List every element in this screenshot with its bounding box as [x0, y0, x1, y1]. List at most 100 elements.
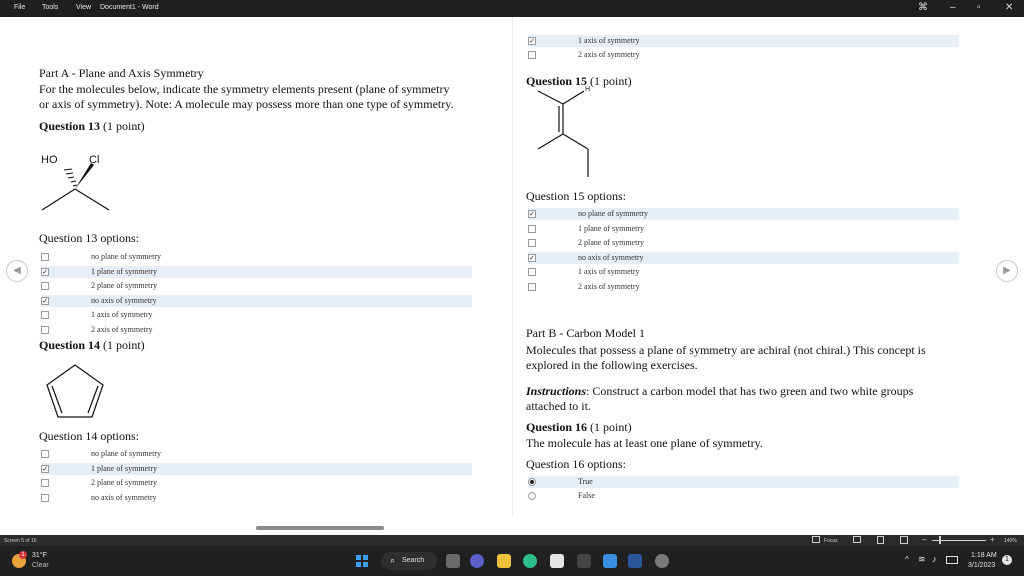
- option-row[interactable]: ✓ no plane of symmetry: [528, 208, 959, 220]
- option-checkbox[interactable]: ✓: [528, 253, 536, 262]
- previous-page-button[interactable]: ◀: [6, 260, 28, 282]
- option-radio[interactable]: [528, 492, 536, 500]
- option-checkbox[interactable]: [41, 325, 49, 334]
- option-checkbox[interactable]: ✓: [528, 210, 536, 218]
- file-explorer-icon[interactable]: [497, 554, 511, 568]
- volume-icon[interactable]: ♪: [932, 554, 937, 564]
- q15-h-label: H: [585, 86, 590, 93]
- close-button[interactable]: ✕: [1005, 2, 1013, 14]
- option-checkbox[interactable]: [41, 311, 49, 319]
- chat-icon[interactable]: [470, 554, 484, 568]
- zoom-slider-thumb[interactable]: [939, 536, 941, 544]
- settings-icon[interactable]: [655, 554, 669, 568]
- search-icon: ⌕: [390, 555, 396, 565]
- q14-title: Question 14: [39, 338, 101, 352]
- edge-browser-icon[interactable]: [523, 554, 537, 568]
- zoom-level[interactable]: 140%: [1004, 538, 1017, 544]
- partb-line1: Molecules that possess a plane of symmet…: [526, 343, 926, 357]
- option-row[interactable]: ✓ no axis of symmetry: [41, 294, 472, 307]
- option-row[interactable]: 2 plane of symmetry: [528, 237, 959, 249]
- next-page-button[interactable]: ▶: [996, 260, 1018, 282]
- window-title: Document1 - Word: [100, 4, 159, 11]
- option-row[interactable]: False: [528, 490, 959, 502]
- option-row[interactable]: True: [528, 476, 959, 488]
- q14-heading: Question 14 (1 point): [39, 338, 145, 353]
- print-layout-icon[interactable]: [877, 536, 884, 544]
- option-checkbox[interactable]: ✓: [528, 37, 536, 45]
- title-bar: File Tools View Document1 - Word ⌘ – ▫ ✕: [0, 0, 1024, 17]
- option-label: 1 axis of symmetry: [578, 267, 640, 276]
- menu-tools[interactable]: Tools: [42, 4, 58, 11]
- option-label: 2 plane of symmetry: [91, 281, 157, 290]
- option-checkbox[interactable]: [41, 450, 49, 458]
- menu-view[interactable]: View: [76, 4, 91, 11]
- option-checkbox[interactable]: ✓: [41, 267, 49, 276]
- option-row[interactable]: 2 plane of symmetry: [41, 477, 472, 489]
- horizontal-scrollbar[interactable]: [256, 526, 384, 530]
- option-row[interactable]: 2 axis of symmetry: [528, 49, 959, 61]
- battery-icon[interactable]: [946, 556, 958, 564]
- option-label: 2 axis of symmetry: [91, 324, 153, 334]
- focus-mode-button[interactable]: Focus: [824, 538, 838, 544]
- option-label: no axis of symmetry: [91, 295, 157, 305]
- option-row[interactable]: no plane of symmetry: [41, 448, 472, 460]
- option-row[interactable]: 2 axis of symmetry: [528, 281, 959, 293]
- option-checkbox[interactable]: [41, 253, 49, 261]
- option-row[interactable]: ✓ no axis of symmetry: [528, 251, 959, 264]
- option-radio[interactable]: [528, 478, 536, 486]
- option-checkbox[interactable]: [41, 479, 49, 487]
- tray-chevron-icon[interactable]: ^: [905, 555, 909, 564]
- q13-title: Question 13: [39, 119, 101, 133]
- restore-button[interactable]: ▫: [977, 2, 981, 14]
- mail-icon[interactable]: [603, 554, 617, 568]
- option-row[interactable]: ✓ 1 plane of symmetry: [41, 265, 472, 278]
- pin-icon[interactable]: ⌘: [918, 2, 928, 14]
- option-row[interactable]: ✓ 1 axis of symmetry: [528, 35, 959, 47]
- option-row[interactable]: 2 plane of symmetry: [41, 280, 472, 292]
- option-checkbox[interactable]: [41, 493, 49, 502]
- option-row[interactable]: 2 axis of symmetry: [41, 324, 472, 336]
- zoom-out-icon[interactable]: –: [922, 535, 926, 544]
- option-label: 1 plane of symmetry: [578, 223, 644, 233]
- wifi-icon[interactable]: ≋: [918, 554, 926, 565]
- read-mode-icon[interactable]: [853, 536, 861, 543]
- option-row[interactable]: 1 axis of symmetry: [528, 266, 959, 278]
- instructions-text: : Construct a carbon model that has two …: [586, 384, 914, 398]
- store-icon[interactable]: [550, 554, 564, 568]
- clock-time[interactable]: 1:18 AM: [971, 552, 997, 559]
- clock-date[interactable]: 3/1/2023: [968, 562, 995, 569]
- option-checkbox[interactable]: [528, 282, 536, 291]
- q14-molecule-diagram: [46, 364, 104, 418]
- option-checkbox[interactable]: [528, 51, 536, 59]
- instructions-label: Instructions: [526, 384, 587, 398]
- word-icon[interactable]: [628, 554, 642, 568]
- option-checkbox[interactable]: [528, 239, 536, 247]
- notifications-badge[interactable]: 1: [1002, 555, 1012, 565]
- option-label: no axis of symmetry: [578, 252, 644, 262]
- search-box[interactable]: ⌕ Search: [381, 552, 437, 570]
- option-row[interactable]: no axis of symmetry: [41, 492, 472, 504]
- web-layout-icon[interactable]: [900, 536, 908, 544]
- option-checkbox[interactable]: ✓: [41, 296, 49, 305]
- minimize-button[interactable]: –: [950, 2, 956, 14]
- option-checkbox[interactable]: [528, 224, 536, 233]
- option-checkbox[interactable]: [41, 282, 49, 290]
- option-checkbox[interactable]: ✓: [41, 464, 49, 473]
- option-row[interactable]: ✓ 1 plane of symmetry: [41, 462, 472, 475]
- q13-molecule-diagram: HO Cl: [41, 154, 110, 211]
- q16-statement: The molecule has at least one plane of s…: [526, 436, 763, 450]
- start-windows-icon[interactable]: [356, 555, 368, 567]
- q14-points: (1 point): [103, 338, 145, 352]
- task-view-icon[interactable]: [446, 554, 460, 568]
- option-row[interactable]: 1 axis of symmetry: [41, 309, 472, 321]
- parta-line2: or axis of symmetry). Note: A molecule m…: [39, 97, 454, 111]
- app-icon[interactable]: [577, 554, 591, 568]
- chevron-right-icon: ▶: [1003, 265, 1011, 276]
- option-checkbox[interactable]: [528, 268, 536, 276]
- zoom-in-icon[interactable]: +: [990, 535, 995, 544]
- option-row[interactable]: no plane of symmetry: [41, 251, 472, 263]
- focus-icon[interactable]: [812, 536, 820, 543]
- q13-cl-label: Cl: [89, 154, 99, 166]
- menu-file[interactable]: File: [14, 4, 25, 11]
- option-row[interactable]: 1 plane of symmetry: [528, 223, 959, 235]
